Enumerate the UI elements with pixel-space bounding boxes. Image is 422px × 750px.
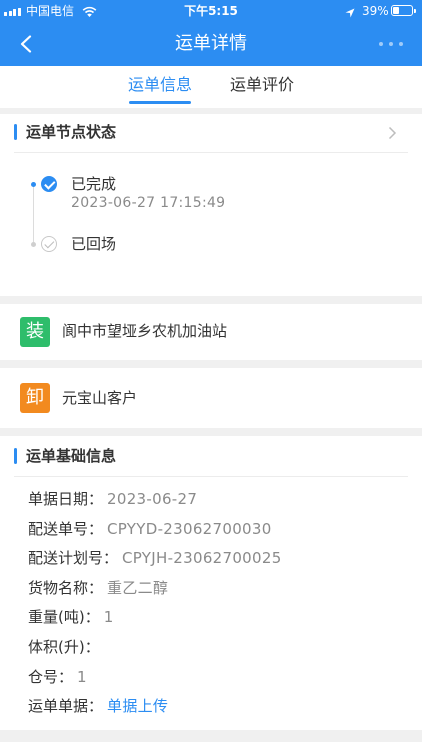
row-plan-no: 配送计划号： CPYJH-23062700025 [0,544,422,574]
row-goods-name: 货物名称： 重乙二醇 [0,574,422,604]
more-icon-dot [389,42,393,46]
status-bar: 中国电信 下午5:15 39% [0,0,422,22]
node-status-card: 运单节点状态 已完成 2023-06-27 17:15:49 已回场 [0,114,422,296]
check-circle-icon [41,176,57,192]
page-title: 运单详情 [175,33,247,54]
chevron-left-icon [20,35,32,53]
status-time: 下午5:15 [184,4,238,18]
section-accent-bar [14,448,17,464]
goods-name-label: 货物名称： [28,578,104,597]
row-delivery-no: 配送单号： CPYYD-23062700030 [0,515,422,545]
row-weight: 重量(吨)： 1 [0,603,422,633]
row-volume: 体积(升)： [0,633,422,663]
more-icon-dot [399,42,403,46]
tab-bar: 运单信息 运单评价 [0,66,422,108]
tab-label: 运单评价 [229,75,294,94]
location-arrow-icon [345,6,355,22]
cellular-signal-icon [4,6,23,16]
tab-label: 运单信息 [127,75,192,94]
section-accent-bar [14,124,17,140]
chevron-right-icon[interactable] [388,126,397,140]
tank-no-value: 1 [77,667,87,686]
weight-label: 重量(吨)： [28,608,100,627]
node-time: 2023-06-27 17:15:49 [71,195,226,211]
timeline-node: 已完成 2023-06-27 17:15:49 [0,174,422,214]
battery-icon [391,5,416,16]
row-tank-no: 仓号： 1 [0,663,422,693]
document-date-label: 单据日期： [28,490,104,508]
delivery-no-value: CPYYD-23062700030 [107,519,272,538]
tab-waybill-review[interactable]: 运单评价 [217,66,307,108]
plan-no-value: CPYJH-23062700025 [122,549,282,568]
unloading-card: 卸 元宝山客户 [0,368,422,428]
basic-info-header: 运单基础信息 [0,436,422,476]
node-label: 已完成 [71,175,117,193]
weight-value: 1 [103,608,114,627]
timeline-dot [31,181,36,187]
timeline-dot [31,241,36,247]
divider [14,152,408,153]
app-header: 中国电信 下午5:15 39% 运单详情 [0,0,422,66]
basic-info-card: 运单基础信息 单据日期： 2023-06-27 配送单号： CPYYD-230627… [0,436,422,730]
info-rows: 单据日期： 2023-06-27 配送单号： CPYYD-23062700030 配… [0,485,422,722]
load-badge: 装 [20,317,50,347]
unload-badge: 卸 [20,383,50,413]
carrier-name: 中国电信 [26,4,75,18]
tank-no-label: 仓号： [28,667,74,686]
tab-underline [129,101,191,104]
row-waybill-docs: 运单单据： 单据上传 [0,692,422,722]
goods-name-value: 重乙二醇 [107,578,169,597]
plan-no-label: 配送计划号： [28,549,119,568]
section-title: 运单节点状态 [26,123,117,141]
more-icon [379,42,383,46]
battery-percent: 39% [362,4,389,18]
timeline-node: 已回场 [0,234,422,274]
tab-waybill-info[interactable]: 运单信息 [115,66,205,108]
battery-nub [414,8,416,13]
wifi-icon [82,5,97,21]
section-title: 运单基础信息 [26,447,117,465]
more-button[interactable] [374,36,410,52]
node-label: 已回场 [71,235,117,253]
battery-fill [393,7,399,14]
unloading-site-name: 元宝山客户 [62,389,138,407]
row-document-date: 单据日期： 2023-06-27 [0,485,422,515]
volume-label: 体积(升)： [28,637,100,656]
next-card [0,742,422,750]
upload-document-link[interactable]: 单据上传 [107,697,168,715]
document-date-value: 2023-06-27 [107,490,198,508]
waybill-docs-label: 运单单据： [28,697,104,716]
loading-card: 装 阆中市望垭乡农机加油站 [0,304,422,360]
divider [14,476,408,477]
node-status-header[interactable]: 运单节点状态 [0,114,422,152]
loading-site-name: 阆中市望垭乡农机加油站 [62,322,228,340]
check-circle-icon [41,236,57,252]
back-button[interactable] [12,28,44,60]
delivery-no-label: 配送单号： [28,519,104,538]
